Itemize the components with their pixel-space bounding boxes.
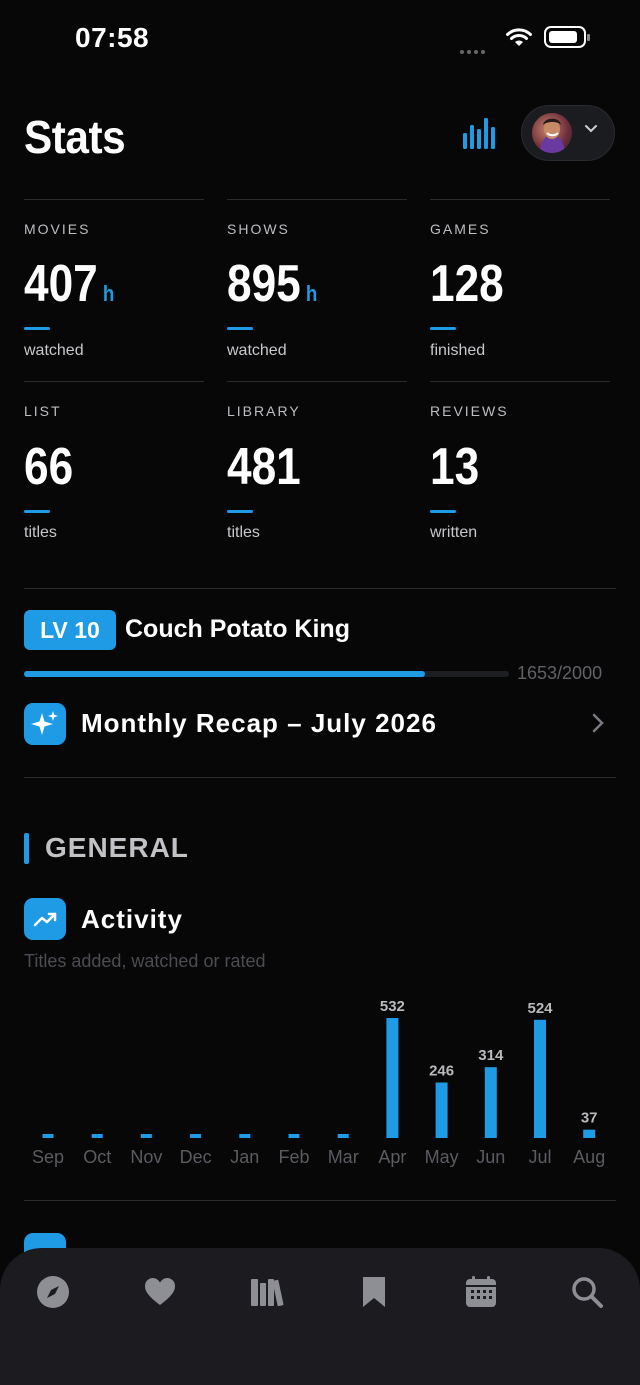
- calendar-icon[interactable]: [463, 1274, 499, 1310]
- tab-bar: [0, 1248, 640, 1385]
- chart-value-label: 246: [429, 1063, 454, 1080]
- divider: [24, 588, 616, 589]
- chart-bar-mar: [337, 1134, 349, 1138]
- chart-bar-dec: [190, 1134, 202, 1138]
- compass-icon[interactable]: [35, 1274, 71, 1310]
- stat-label-movies: MOVIES: [24, 221, 91, 237]
- chart-bar-feb: [288, 1134, 300, 1138]
- page-title: Stats: [24, 111, 126, 163]
- stat-sub-reviews: written: [430, 524, 478, 541]
- chart-tick-label: Mar: [328, 1147, 359, 1167]
- stat-accent-bar: [227, 510, 253, 513]
- section-title: GENERAL: [45, 832, 189, 863]
- chart-bar-jul: [534, 1019, 546, 1138]
- chart-bar-may: [435, 1082, 448, 1138]
- signal-icon: [460, 41, 488, 59]
- chart-bar-apr: [386, 1018, 399, 1138]
- wifi-icon: [506, 28, 532, 46]
- stat-value-reviews: 13: [430, 438, 480, 496]
- stat-value-library: 481: [227, 438, 301, 496]
- divider: [430, 199, 610, 200]
- stat-sub-games: finished: [430, 342, 486, 359]
- divider: [24, 1200, 616, 1201]
- search-icon[interactable]: [569, 1274, 605, 1310]
- chart-tick-label: Feb: [278, 1147, 309, 1167]
- chart-bar-jun: [484, 1067, 497, 1138]
- activity-title: Activity: [81, 904, 183, 934]
- chart-tick-label: Jan: [230, 1147, 259, 1167]
- chart-tick-label: Jun: [476, 1147, 505, 1167]
- divider: [24, 381, 204, 382]
- stat-accent-bar: [24, 327, 50, 330]
- chart-value-label: 314: [478, 1047, 504, 1064]
- stat-accent-bar: [430, 327, 456, 330]
- divider: [227, 199, 407, 200]
- chart-value-label: 524: [527, 1000, 553, 1017]
- chart-tick-label: Sep: [32, 1147, 64, 1167]
- chart-tick-label: Dec: [180, 1147, 212, 1167]
- stat-label-reviews: REVIEWS: [430, 403, 509, 419]
- divider: [24, 199, 204, 200]
- chart-value-label: 37: [581, 1110, 598, 1127]
- section-accent-bar: [24, 833, 29, 864]
- stat-label-list: LIST: [24, 403, 62, 419]
- stat-label-library: LIBRARY: [227, 403, 301, 419]
- chart-tick-label: Apr: [378, 1147, 406, 1167]
- chart-bar-jan: [239, 1134, 251, 1138]
- chart-bar-sep: [42, 1134, 54, 1138]
- stat-label-shows: SHOWS: [227, 221, 290, 237]
- stat-value-games: 128: [430, 255, 504, 313]
- stat-sub-list: titles: [24, 524, 57, 541]
- sparkles-icon: [24, 703, 66, 745]
- stat-accent-bar: [430, 510, 456, 513]
- chart-bar-oct: [91, 1134, 103, 1138]
- books-icon[interactable]: [249, 1274, 285, 1310]
- chart-bar-aug: [583, 1129, 596, 1138]
- activity-chart: Sep Oct Nov Dec Jan Feb Mar Apr 532 May 246 Jun 314 J…: [32, 998, 605, 1167]
- level-title: Couch Potato King: [125, 615, 350, 643]
- stat-value-movies: 407 h: [24, 255, 115, 313]
- stat-label-games: GAMES: [430, 221, 491, 237]
- level-badge: LV 10: [24, 610, 116, 650]
- bar-chart-icon[interactable]: [462, 116, 496, 150]
- chart-tick-label: May: [425, 1147, 459, 1167]
- chevron-right-icon: [592, 713, 604, 733]
- monthly-recap-title: Monthly Recap – July 2026: [81, 708, 437, 738]
- chart-value-label: 532: [380, 998, 405, 1015]
- chart-tick-label: Oct: [83, 1147, 111, 1167]
- stat-sub-shows: watched: [227, 342, 287, 359]
- chevron-down-icon: [585, 125, 597, 133]
- xp-progress-text: 1653/2000: [517, 663, 603, 683]
- xp-progress-fill: [24, 671, 425, 677]
- chart-bar-nov: [140, 1134, 152, 1138]
- stat-value-list: 66: [24, 438, 74, 496]
- avatar: [532, 113, 572, 153]
- xp-progress-bar: [24, 671, 509, 677]
- chart-tick-label: Aug: [573, 1147, 605, 1167]
- chart-tick-label: Jul: [528, 1147, 551, 1167]
- trending-up-icon: [24, 898, 66, 940]
- battery-icon: [544, 26, 590, 48]
- stat-sub-movies: watched: [24, 342, 84, 359]
- stat-sub-library: titles: [227, 524, 260, 541]
- heart-icon[interactable]: [142, 1274, 178, 1310]
- divider: [24, 777, 616, 778]
- profile-switcher[interactable]: [521, 105, 615, 161]
- stat-accent-bar: [24, 510, 50, 513]
- stat-value-shows: 895 h: [227, 255, 318, 313]
- status-time: 07:58: [75, 22, 150, 53]
- stat-accent-bar: [227, 327, 253, 330]
- divider: [430, 381, 610, 382]
- activity-subtitle: Titles added, watched or rated: [24, 951, 266, 971]
- bookmark-icon[interactable]: [356, 1274, 392, 1310]
- divider: [227, 381, 407, 382]
- chart-tick-label: Nov: [130, 1147, 162, 1167]
